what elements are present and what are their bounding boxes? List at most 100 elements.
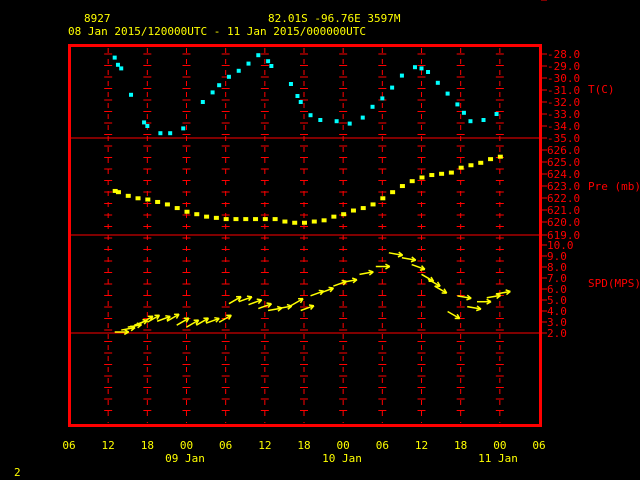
pressure-point: [233, 217, 239, 222]
wind-arrow: [421, 273, 435, 283]
pressure-point: [380, 196, 386, 201]
wind-arrow-stroke: [246, 295, 252, 298]
x-tick-label: 00: [180, 439, 193, 452]
corner-label: 2: [14, 466, 21, 479]
pressure-point: [331, 214, 337, 219]
wind-arrow: [434, 285, 448, 294]
wind-arrow: [290, 297, 304, 307]
temperature-point: [370, 104, 375, 109]
wind-arrow: [476, 298, 492, 305]
panel-label: SPD(MPS): [588, 277, 640, 290]
meteogram-chart: 8927 82.01S -96.76E 3597M 08 Jan 2015/12…: [14, 0, 640, 479]
temperature-point: [419, 66, 424, 71]
wind-arrow: [186, 319, 200, 328]
pressure-point: [399, 184, 405, 189]
temperature-point: [115, 62, 120, 67]
pressure-point: [155, 199, 161, 204]
pressure-point: [341, 212, 347, 217]
temperature-point: [181, 126, 186, 131]
pressure-point: [439, 171, 445, 176]
temperature-point: [347, 121, 352, 126]
temperature-point: [334, 119, 339, 124]
pressure-point: [390, 190, 396, 195]
wind-arrow: [388, 251, 404, 258]
pressure-point: [174, 206, 180, 211]
temperature-point: [129, 92, 134, 97]
temperature-point: [390, 85, 395, 90]
temperature-point: [445, 91, 450, 96]
pressure-point: [184, 209, 190, 214]
pressure-point: [204, 214, 210, 219]
wind-arrow: [359, 269, 374, 276]
x-tick-label: 12: [415, 439, 428, 452]
x-date-label: 10 Jan: [322, 452, 362, 465]
temperature-point: [295, 94, 300, 98]
pressure-point: [448, 170, 454, 175]
y-tick-label: 1.0: [547, 0, 567, 3]
wind-arrow-stroke: [266, 302, 272, 305]
pressure-point: [370, 202, 376, 207]
x-date-label: 09 Jan: [165, 452, 205, 465]
temperature-point: [468, 119, 473, 124]
temperature-point: [360, 115, 365, 120]
temperature-point: [119, 66, 124, 71]
wind-arrow-stroke: [318, 289, 324, 292]
pressure-point: [213, 215, 219, 220]
pressure-point: [360, 206, 366, 211]
temperature-point: [308, 113, 313, 118]
wind-arrow-stroke: [505, 289, 511, 293]
pressure-point: [194, 212, 200, 217]
pressure-point: [115, 190, 121, 195]
temperature-point: [266, 59, 271, 64]
x-tick-label: 00: [493, 439, 506, 452]
temperature-point: [455, 102, 460, 107]
pressure-point: [488, 157, 494, 162]
temperature-point: [494, 112, 499, 116]
pressure-point: [429, 173, 435, 178]
temperature-point: [256, 53, 261, 58]
temperature-point: [269, 64, 274, 68]
wind-arrow-stroke: [214, 316, 220, 320]
pressure-point: [419, 175, 425, 180]
wind-arrow: [248, 298, 263, 306]
wind-arrow: [401, 256, 417, 263]
pressure-point: [135, 196, 141, 201]
pressure-point: [409, 179, 415, 184]
temperature-point: [226, 74, 231, 79]
pressure-point: [262, 217, 268, 222]
pressure-point: [282, 219, 288, 224]
x-tick-label: 18: [141, 439, 154, 452]
wind-arrow: [496, 289, 511, 296]
temperature-point: [298, 100, 303, 104]
pressure-point: [145, 197, 151, 202]
x-tick-label: 06: [376, 439, 389, 452]
temperature-point: [210, 90, 215, 95]
pressure-point: [164, 202, 170, 207]
wind-arrow: [427, 278, 441, 287]
temperature-point: [142, 120, 147, 125]
x-tick-label: 06: [62, 439, 75, 452]
temperature-point: [435, 80, 440, 85]
x-tick-label: 00: [337, 439, 350, 452]
pressure-point: [497, 154, 503, 159]
temperature-point: [481, 118, 486, 122]
x-date-label: 11 Jan: [478, 452, 518, 465]
wind-arrow-stroke: [368, 269, 374, 273]
wind-arrow-stroke: [328, 286, 334, 289]
wind-arrow-stroke: [308, 304, 315, 307]
temperature-point: [168, 131, 173, 136]
x-tick-label: 12: [102, 439, 115, 452]
pressure-point: [243, 217, 249, 222]
temperature-point: [236, 68, 241, 73]
pressure-point: [223, 217, 229, 222]
temperature-point: [246, 61, 251, 66]
wind-arrow: [176, 317, 190, 326]
x-tick-label: 18: [297, 439, 310, 452]
wind-arrow: [467, 305, 482, 312]
y-tick-label: 620.0: [547, 216, 580, 229]
pressure-point: [253, 217, 259, 222]
wind-arrow-stroke: [256, 298, 262, 301]
chart-layer: -28.0-29.0-30.0-31.0-32.0-33.0-34.0-35.0…: [62, 0, 640, 465]
wind-arrow: [411, 263, 426, 271]
wind-arrow: [447, 310, 461, 320]
